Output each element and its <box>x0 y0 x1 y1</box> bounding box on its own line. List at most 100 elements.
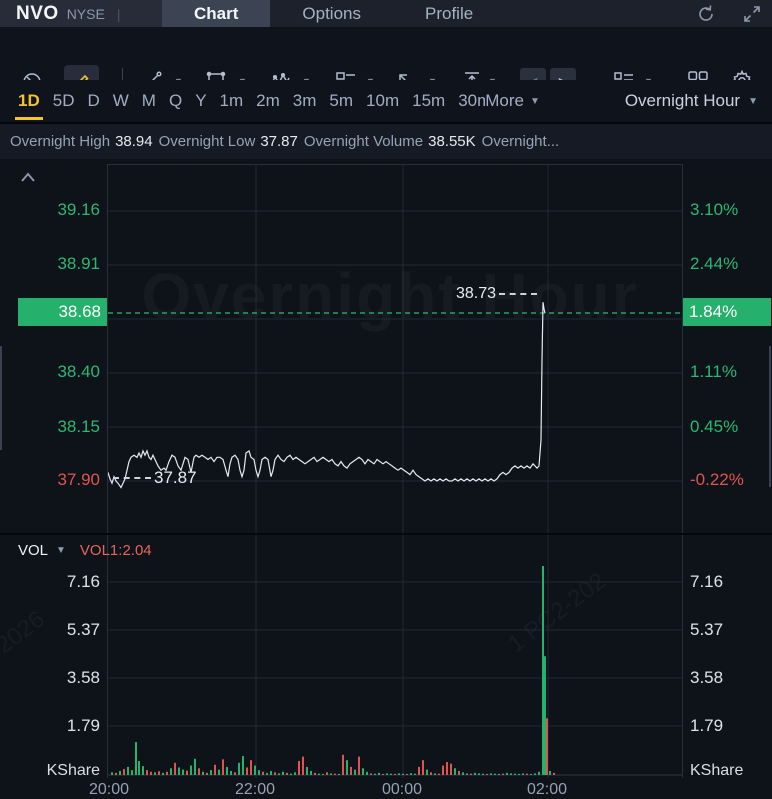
main-tabs: Chart Options Profile <box>162 0 505 27</box>
right-pane-scrollbar[interactable] <box>769 346 771 487</box>
unit-label-kshare: KShare <box>690 762 744 779</box>
volume-bar <box>410 773 412 775</box>
volume-bar <box>430 772 432 775</box>
volume-bar <box>186 770 188 775</box>
volume-bar <box>414 773 416 775</box>
timeframe-Q[interactable]: Q <box>169 91 182 111</box>
timeframe-D[interactable]: D <box>87 91 99 111</box>
timeframe-2m[interactable]: 2m <box>256 91 280 111</box>
refresh-icon[interactable] <box>696 4 716 24</box>
volume-bar <box>350 766 352 775</box>
volume-bar <box>310 770 312 775</box>
axis-tick-label: -0.22% <box>690 470 744 489</box>
time-axis-label: 00:00 <box>381 781 423 798</box>
axis-tick-label: 38.91 <box>57 254 100 273</box>
timeframe-5m[interactable]: 5m <box>329 91 353 111</box>
more-timeframes-button[interactable]: More ▼ <box>485 91 540 111</box>
volume-bar <box>282 771 284 775</box>
volume-bar <box>518 773 520 775</box>
volume-bar <box>286 772 288 775</box>
trading-app-window: NVO NYSE | Chart Options Profile 1D 5D D… <box>0 0 772 798</box>
vol-label[interactable]: VOL <box>18 542 48 559</box>
volume-bar <box>330 773 332 775</box>
timeframe-5D[interactable]: 5D <box>53 91 75 111</box>
timeframe-1D[interactable]: 1D <box>15 91 43 120</box>
volume-bar <box>138 760 140 775</box>
volume-bar <box>462 772 464 775</box>
symbol-section: NVO NYSE | <box>0 0 162 27</box>
timeframe-W[interactable]: W <box>113 91 129 111</box>
symbol-divider: | <box>116 5 121 22</box>
axis-tick-label: 3.10% <box>690 200 739 219</box>
top-bar: NVO NYSE | Chart Options Profile <box>0 0 772 27</box>
volume-bar <box>166 771 168 775</box>
volume-bar <box>382 773 384 775</box>
volume-bar <box>326 772 328 775</box>
volume-bar <box>154 772 156 775</box>
current-price-badge: 38.68 <box>18 298 107 326</box>
volume-bar <box>262 771 264 775</box>
volume-bar <box>434 773 436 775</box>
axis-tick-label: 38.40 <box>57 362 100 381</box>
volume-bar <box>266 772 268 775</box>
axis-tick-label: 38.15 <box>57 417 100 436</box>
volume-bar <box>470 773 472 775</box>
volume-bar <box>358 756 360 775</box>
volume-bar <box>218 769 220 775</box>
collapse-pane-chevron-icon[interactable] <box>19 171 37 185</box>
timeframe-10m[interactable]: 10m <box>366 91 399 111</box>
volume-bar <box>338 773 340 775</box>
volume-bar <box>210 770 212 775</box>
timeframe-15m[interactable]: 15m <box>412 91 445 111</box>
volume-bar <box>406 773 408 775</box>
volume-bar <box>394 773 396 775</box>
volume-bar <box>549 770 551 775</box>
timeframe-Y[interactable]: Y <box>195 91 206 111</box>
timeframe-3m[interactable]: 3m <box>293 91 317 111</box>
volume-bar <box>438 773 440 775</box>
volume-bar <box>454 768 456 775</box>
tab-chart[interactable]: Chart <box>162 0 271 27</box>
volume-bar <box>246 767 248 775</box>
volume-bar <box>234 772 236 775</box>
volume-bar <box>314 772 316 775</box>
timeframe-periods: 1D 5D D W M Q Y 1m 2m 3m 5m 10m 15m 30m <box>15 91 485 120</box>
expand-icon[interactable] <box>742 4 762 24</box>
volume-bar <box>119 770 121 775</box>
volume-bar <box>170 768 172 775</box>
volume-bar <box>334 773 336 775</box>
exchange-label: NYSE <box>66 5 105 22</box>
tab-profile[interactable]: Profile <box>393 0 505 27</box>
axis-tick-label: 1.11% <box>690 362 737 381</box>
chevron-down-icon[interactable]: ▼ <box>56 545 66 556</box>
unit-label-kshare: KShare <box>46 762 100 779</box>
session-selector-label: Overnight Hour <box>624 91 741 110</box>
timeframe-M[interactable]: M <box>142 91 156 111</box>
volume-bar <box>553 772 555 775</box>
price-line-series <box>108 302 546 489</box>
left-pane-scrollbar[interactable] <box>0 346 2 450</box>
volume-bar <box>258 770 260 775</box>
volume-bar <box>534 773 536 775</box>
timeframe-30m[interactable]: 30m <box>458 91 485 111</box>
volume-bar <box>450 763 452 775</box>
chart-region: Overnight Hour 1 PC2-202 2026 39.16 38.91… <box>0 159 772 798</box>
tab-options[interactable]: Options <box>270 0 393 27</box>
volume-bar <box>342 754 344 775</box>
volume-bar <box>486 773 488 775</box>
volume-bar <box>538 771 540 775</box>
volume-bar <box>442 765 444 775</box>
volume-bar <box>306 766 308 775</box>
volume-bar <box>402 773 404 775</box>
volume-bar <box>418 766 420 775</box>
timeframe-bar: 1D 5D D W M Q Y 1m 2m 3m 5m 10m 15m 30m More ▼ Overni… <box>0 80 772 124</box>
volume-bar <box>162 772 164 775</box>
drawing-toolbar: ▼ ▼ ▼ ▼ ▼ <box>0 27 772 98</box>
session-selector[interactable]: Overnight Hour ▼ <box>625 91 758 111</box>
chevron-down-icon: ▼ <box>529 95 540 107</box>
volume-plot-area[interactable] <box>107 535 683 778</box>
volume-bar <box>198 768 200 775</box>
timeframe-1m[interactable]: 1m <box>220 91 244 111</box>
volume-bar <box>446 762 448 775</box>
spike-high-marker: 38.73 <box>456 285 540 303</box>
